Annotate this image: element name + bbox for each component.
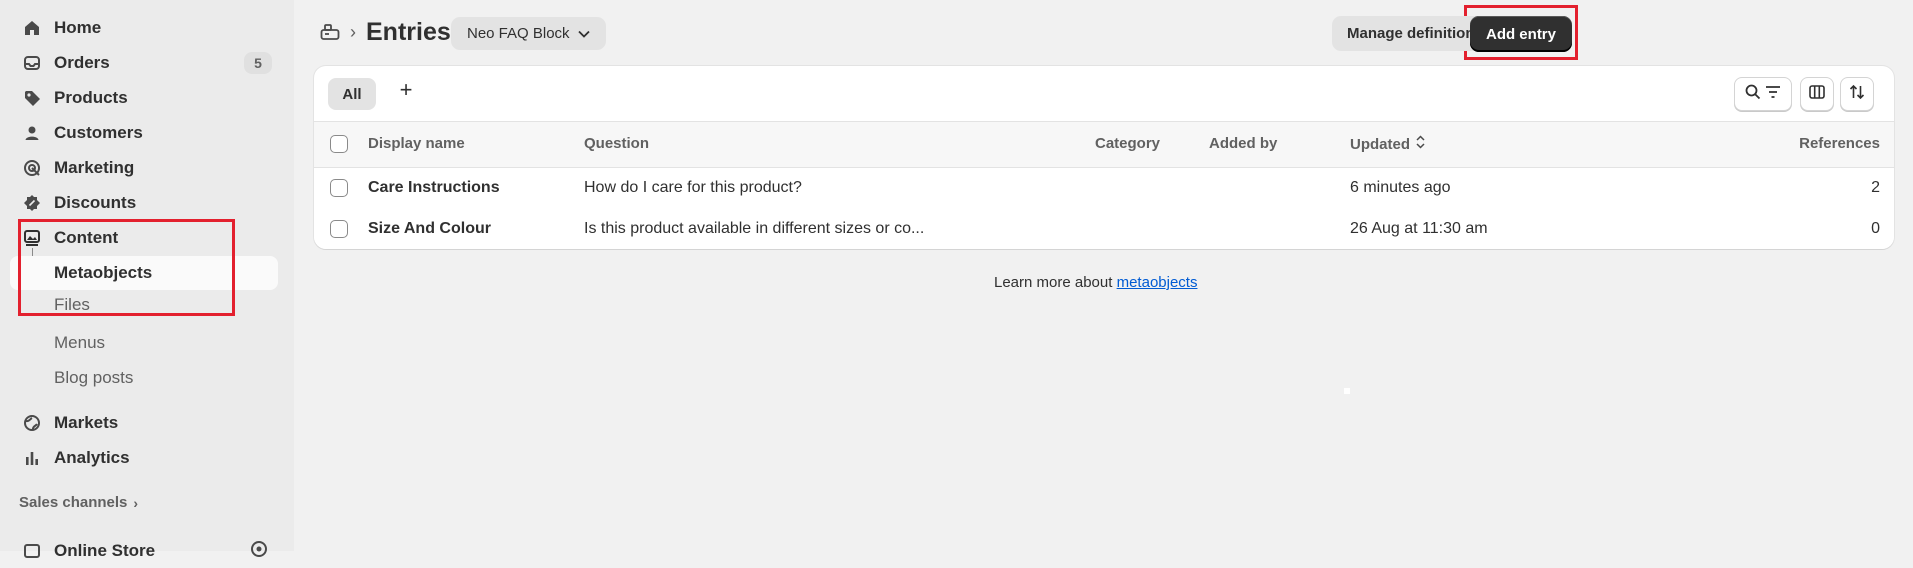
column-header-references[interactable]: References [1799, 135, 1880, 152]
discount-icon [22, 193, 42, 213]
cell-display-name[interactable]: Size And Colour [368, 220, 491, 238]
metaobjects-icon[interactable] [320, 23, 342, 43]
page-title: Entries [366, 18, 451, 46]
bar-chart-icon [22, 448, 42, 468]
page-header: › Entries Neo FAQ Block [294, 0, 1913, 66]
store-icon [22, 541, 42, 561]
table-row[interactable]: Care Instructions How do I care for this… [314, 168, 1894, 210]
stray-pixel [1344, 388, 1350, 394]
learn-more-text: Learn more about metaobjects [994, 274, 1197, 291]
add-view-button[interactable]: + [394, 77, 418, 103]
cell-display-name[interactable]: Care Instructions [368, 179, 500, 197]
search-icon [1745, 84, 1761, 105]
tag-icon [22, 88, 42, 108]
table-header: Display name Question Category Added by … [314, 122, 1894, 168]
cell-references: 0 [1871, 220, 1880, 237]
definition-select[interactable]: Neo FAQ Block [451, 17, 606, 50]
filter-icon [1765, 85, 1781, 104]
sidebar: Home Orders 5 Products Customers Marketi… [0, 0, 294, 560]
column-header-question[interactable]: Question [584, 135, 649, 152]
column-header-category[interactable]: Category [1095, 135, 1160, 152]
sales-channels-label: Sales channels [19, 494, 128, 511]
row-checkbox[interactable] [330, 220, 348, 238]
manage-definition-button[interactable]: Manage definition [1332, 16, 1490, 51]
columns-icon [1809, 84, 1825, 105]
nav-products[interactable]: Products [10, 81, 278, 115]
nav-label: Menus [54, 333, 106, 352]
nav-label: Analytics [54, 448, 130, 467]
chevron-right-icon: › [350, 22, 356, 42]
nav-label: Marketing [54, 158, 135, 177]
nav-marketing[interactable]: Marketing [10, 151, 278, 185]
nav-label: Customers [54, 123, 143, 142]
nav-home[interactable]: Home [10, 11, 278, 45]
nav-files[interactable]: Files [10, 291, 278, 319]
eye-icon[interactable] [250, 540, 268, 563]
chevron-down-icon [577, 25, 590, 42]
learn-more-prefix: Learn more about [994, 274, 1113, 291]
add-entry-button[interactable]: Add entry [1470, 16, 1572, 52]
sort-updown-icon [1416, 135, 1425, 153]
target-icon [22, 158, 42, 178]
tab-all[interactable]: All [328, 78, 376, 110]
nav-content[interactable]: Content [10, 221, 278, 255]
metaobjects-help-link[interactable]: metaobjects [1117, 274, 1198, 291]
cell-question: Is this product available in different s… [584, 220, 925, 237]
chevron-right-icon: › [133, 494, 139, 511]
entries-card: All + Display name Question Category Add… [314, 66, 1894, 249]
nav-label: Home [54, 18, 102, 37]
columns-button[interactable] [1800, 77, 1834, 111]
cell-references: 2 [1871, 179, 1880, 196]
search-filter-button[interactable] [1734, 77, 1792, 111]
nav-label: Blog posts [54, 368, 134, 387]
column-header-updated[interactable]: Updated [1350, 135, 1425, 153]
nav-customers[interactable]: Customers [10, 116, 278, 150]
nav-orders[interactable]: Orders 5 [10, 46, 278, 80]
row-checkbox[interactable] [330, 179, 348, 197]
nav-metaobjects[interactable]: Metaobjects [10, 256, 278, 290]
nav-label: Discounts [54, 193, 137, 212]
nav-label: Products [54, 88, 128, 107]
nav-label: Metaobjects [54, 263, 153, 282]
sort-button[interactable] [1840, 77, 1874, 111]
nav-label: Online Store [54, 541, 156, 560]
table-row[interactable]: Size And Colour Is this product availabl… [314, 209, 1894, 249]
person-icon [22, 123, 42, 143]
inbox-icon [22, 53, 42, 73]
column-header-updated-label: Updated [1350, 135, 1410, 153]
nav-online-store[interactable]: Online Store [10, 534, 278, 568]
definition-select-label: Neo FAQ Block [467, 25, 570, 42]
nav-menus[interactable]: Menus [10, 326, 278, 360]
sales-channels-header[interactable]: Sales channels › [19, 494, 138, 511]
image-icon [22, 228, 42, 248]
sort-arrows-icon [1849, 84, 1865, 105]
nav-label: Orders [54, 53, 110, 72]
cell-updated: 26 Aug at 11:30 am [1350, 220, 1488, 237]
nav-label: Markets [54, 413, 119, 432]
nav-analytics[interactable]: Analytics [10, 441, 278, 475]
home-icon [22, 18, 42, 38]
filter-tab-bar: All + [314, 66, 1894, 122]
nav-discounts[interactable]: Discounts [10, 186, 278, 220]
nav-markets[interactable]: Markets [10, 406, 278, 440]
nav-blog-posts[interactable]: Blog posts [10, 361, 278, 395]
select-all-checkbox[interactable] [330, 135, 348, 153]
globe-icon [22, 413, 42, 433]
nav-label: Files [54, 295, 90, 314]
column-header-added-by[interactable]: Added by [1209, 135, 1277, 152]
cell-updated: 6 minutes ago [1350, 179, 1451, 196]
orders-count-badge: 5 [244, 52, 272, 74]
cell-question: How do I care for this product? [584, 179, 802, 196]
column-header-display-name[interactable]: Display name [368, 135, 465, 152]
nav-label: Content [54, 228, 119, 247]
